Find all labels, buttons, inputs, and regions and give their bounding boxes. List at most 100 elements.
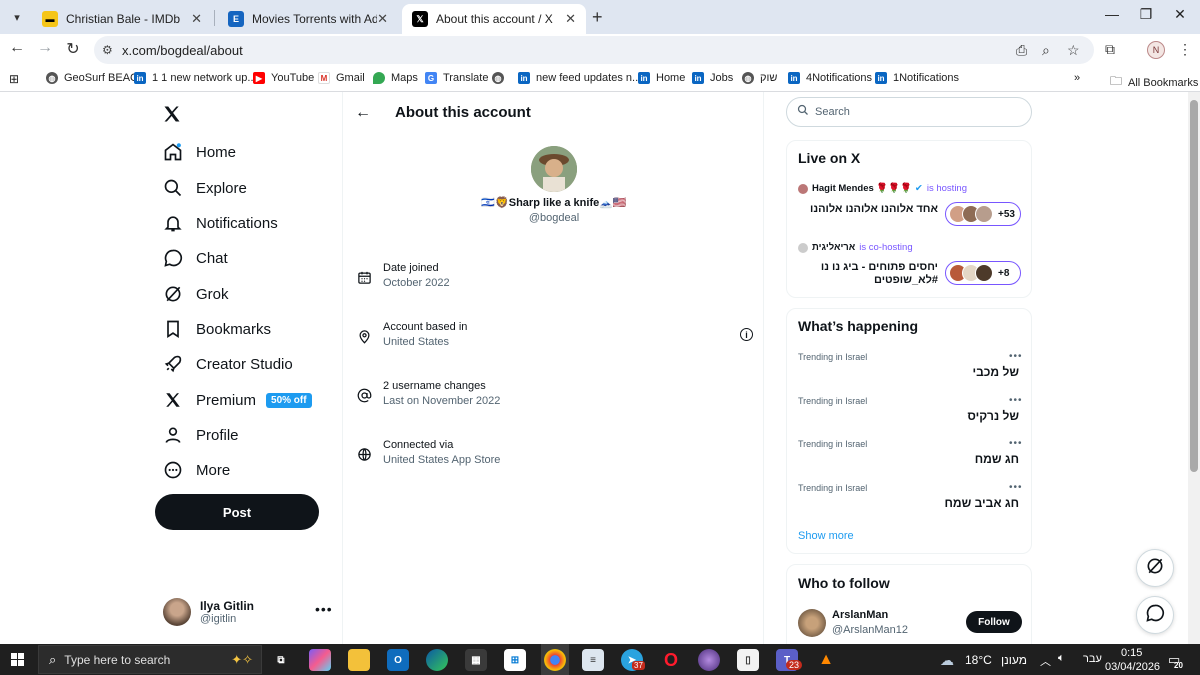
trend-more-icon[interactable]: ••• bbox=[1009, 482, 1023, 493]
apps-icon[interactable]: ⊞ bbox=[9, 72, 19, 86]
space-listeners[interactable]: +8 bbox=[945, 261, 1021, 285]
trend-name[interactable]: של נרקיס bbox=[967, 409, 1019, 423]
tab-torrents[interactable]: E Movies Torrents with Added: le ✕ bbox=[218, 4, 398, 34]
trend-name[interactable]: חג אביב שמח bbox=[944, 496, 1019, 510]
notepad-icon[interactable]: ≡ bbox=[582, 649, 604, 671]
new-tab-button[interactable]: + bbox=[592, 7, 603, 28]
photos-icon[interactable]: ▦ bbox=[465, 649, 487, 671]
info-circle-icon[interactable]: i bbox=[740, 328, 753, 341]
chevron-up-icon[interactable]: ︿ bbox=[1040, 653, 1051, 669]
bookmark-youtube[interactable]: ▶ YouTube bbox=[253, 72, 314, 84]
chat-fab-button[interactable] bbox=[1136, 596, 1174, 634]
account-switcher[interactable]: Ilya Gitlin @igitlin bbox=[163, 598, 254, 626]
zoom-icon[interactable]: ⌕ bbox=[1042, 42, 1050, 59]
follow-user-name[interactable]: ArslanMan bbox=[832, 609, 888, 621]
tab-imdb[interactable]: ▬ Christian Bale - IMDb ✕ bbox=[32, 4, 212, 34]
bookmark-linkedin-network[interactable]: in 1 1 new network up... bbox=[134, 72, 257, 84]
scrollbar-thumb[interactable] bbox=[1190, 100, 1198, 472]
space-title[interactable]: יחסים פתוחים - ביג נו נו #לא_שופטים bbox=[798, 261, 938, 287]
bookmark-star-icon[interactable]: ☆ bbox=[1067, 42, 1080, 59]
bookmark-linkedin-feed[interactable]: in new feed updates n... bbox=[518, 72, 641, 84]
trend-more-icon[interactable]: ••• bbox=[1009, 351, 1023, 362]
chrome-icon[interactable] bbox=[544, 649, 566, 671]
site-info-icon[interactable]: ⚙ bbox=[102, 43, 113, 57]
clock-date[interactable]: 03/04/2026 bbox=[1105, 661, 1160, 673]
sidebar-item-more[interactable]: More bbox=[160, 456, 230, 484]
menu-icon[interactable]: ⋮ bbox=[1178, 41, 1192, 58]
bookmark-1notifications[interactable]: in 1Notifications bbox=[875, 72, 959, 84]
follow-button[interactable]: Follow bbox=[966, 611, 1022, 633]
profile-avatar[interactable]: N bbox=[1147, 41, 1165, 59]
edge-icon[interactable] bbox=[426, 649, 448, 671]
show-more-link[interactable]: Show more bbox=[798, 530, 854, 542]
outlook-icon[interactable]: O bbox=[387, 649, 409, 671]
vlc-icon[interactable]: ▲ bbox=[815, 649, 837, 671]
sidebar-item-grok[interactable]: Grok bbox=[160, 280, 229, 308]
file-explorer-icon[interactable] bbox=[348, 649, 370, 671]
close-icon[interactable]: ✕ bbox=[377, 11, 388, 27]
back-icon[interactable]: ← bbox=[6, 39, 28, 57]
space-listeners[interactable]: +53 bbox=[945, 202, 1021, 226]
tab-search-button[interactable]: ▾ bbox=[6, 6, 28, 28]
page-scrollbar[interactable] bbox=[1188, 92, 1200, 644]
opera-icon[interactable]: O bbox=[660, 649, 682, 671]
windows-start-icon[interactable] bbox=[11, 653, 25, 672]
trend-more-icon[interactable]: ••• bbox=[1009, 438, 1023, 449]
sidebar-item-explore[interactable]: Explore bbox=[160, 174, 247, 202]
install-app-icon[interactable]: ⎙ bbox=[1016, 42, 1027, 59]
weather-label[interactable]: מעונן bbox=[1001, 653, 1027, 667]
trend-more-icon[interactable]: ••• bbox=[1009, 395, 1023, 406]
bookmark-shuk[interactable]: ◍ שוק bbox=[742, 72, 777, 84]
language-indicator[interactable]: עבר bbox=[1083, 653, 1102, 665]
task-view-icon[interactable]: ⧉ bbox=[270, 649, 292, 671]
bookmark-geosurf[interactable]: ◍ GeoSurf BEAC bbox=[46, 72, 138, 84]
sidebar-item-chat[interactable]: Chat bbox=[160, 244, 228, 272]
space-title[interactable]: אחד אלוהנו אלוהנו אלוהנו bbox=[798, 203, 938, 215]
app-icon[interactable] bbox=[698, 649, 720, 671]
profile-avatar[interactable] bbox=[531, 146, 577, 192]
sidebar-item-premium[interactable]: Premium 50% off bbox=[160, 386, 312, 414]
document-icon[interactable]: ▯ bbox=[737, 649, 759, 671]
bookmark-linkedin-home[interactable]: in Home bbox=[638, 72, 685, 84]
bookmark-maps[interactable]: Maps bbox=[373, 72, 418, 84]
grok-fab-button[interactable] bbox=[1136, 549, 1174, 587]
chevron-more-icon[interactable]: » bbox=[1074, 72, 1080, 84]
bookmark-globe[interactable]: ◍ bbox=[492, 72, 510, 84]
forward-icon[interactable]: → bbox=[34, 39, 56, 57]
sidebar-item-bookmarks[interactable]: Bookmarks bbox=[160, 315, 271, 343]
tab-about-account[interactable]: 𝕏 About this account / X ✕ bbox=[402, 4, 586, 34]
extensions-icon[interactable]: ⧉ bbox=[1105, 41, 1115, 58]
copilot-icon[interactable] bbox=[309, 649, 331, 671]
minimize-icon[interactable]: — bbox=[1102, 6, 1122, 22]
sidebar-item-profile[interactable]: Profile bbox=[160, 421, 239, 449]
close-icon[interactable]: ✕ bbox=[565, 11, 576, 27]
sidebar-item-creator-studio[interactable]: Creator Studio bbox=[160, 350, 293, 378]
close-window-icon[interactable]: ✕ bbox=[1170, 6, 1190, 23]
store-icon[interactable]: ⊞ bbox=[504, 649, 526, 671]
x-logo-icon[interactable] bbox=[162, 104, 182, 130]
post-button[interactable]: Post bbox=[155, 494, 319, 530]
bookmark-label: YouTube bbox=[271, 72, 315, 84]
sidebar-item-notifications[interactable]: Notifications bbox=[160, 209, 278, 237]
speaker-icon[interactable]: 🔈︎ bbox=[1058, 652, 1065, 665]
sidebar-item-home[interactable]: Home bbox=[160, 138, 236, 166]
clock-time[interactable]: 0:15 bbox=[1121, 647, 1142, 659]
reload-icon[interactable]: ↻ bbox=[62, 39, 84, 59]
bookmark-gmail[interactable]: M Gmail bbox=[318, 72, 365, 84]
trend-name[interactable]: חג שמח bbox=[975, 452, 1019, 466]
bookmark-4notifications[interactable]: in 4Notifications bbox=[788, 72, 872, 84]
search-input[interactable]: Search bbox=[786, 97, 1032, 127]
restore-icon[interactable]: ❐ bbox=[1136, 6, 1156, 23]
avatar[interactable] bbox=[798, 609, 826, 637]
weather-temp[interactable]: 18°C bbox=[965, 653, 992, 667]
back-arrow-icon[interactable]: ← bbox=[355, 104, 371, 122]
taskbar-search-input[interactable]: ⌕ Type here to search ✦✧ bbox=[38, 645, 262, 674]
close-icon[interactable]: ✕ bbox=[191, 11, 202, 27]
globe-icon bbox=[355, 445, 373, 463]
address-bar[interactable]: ⚙ x.com/bogdeal/about ⎙ ⌕ ☆ bbox=[94, 36, 1094, 64]
trend-name[interactable]: של מכבי bbox=[972, 365, 1019, 379]
more-dots-icon[interactable]: ••• bbox=[315, 601, 333, 617]
all-bookmarks[interactable]: 🗀 All Bookmarks bbox=[1110, 72, 1198, 93]
bookmark-linkedin-jobs[interactable]: in Jobs bbox=[692, 72, 733, 84]
bookmark-translate[interactable]: G Translate bbox=[425, 72, 488, 84]
